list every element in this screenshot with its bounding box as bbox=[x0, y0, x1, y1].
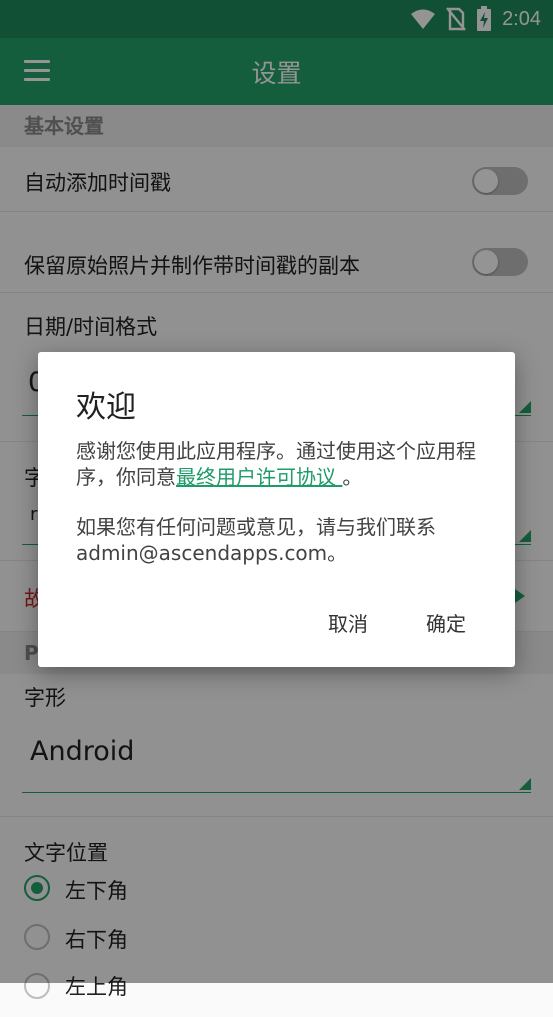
agreement-suffix: 。 bbox=[342, 465, 363, 489]
eula-link[interactable]: 最终用户许可协议 bbox=[176, 465, 342, 489]
cancel-button[interactable]: 取消 bbox=[328, 608, 368, 637]
dialog-body: 感谢您使用此应用程序。通过使用这个应用程序，你同意最终用户许可协议 。 如果您有… bbox=[76, 438, 486, 590]
dialog-title: 欢迎 bbox=[76, 390, 136, 425]
dialog-agreement-text: 感谢您使用此应用程序。通过使用这个应用程序，你同意最终用户许可协议 。 bbox=[76, 438, 486, 490]
welcome-dialog: 欢迎 感谢您使用此应用程序。通过使用这个应用程序，你同意最终用户许可协议 。 如… bbox=[38, 352, 515, 667]
dialog-contact-text: 如果您有任何问题或意见，请与我们联系admin@ascendapps.com。 bbox=[76, 515, 436, 565]
ok-button[interactable]: 确定 bbox=[426, 608, 466, 637]
